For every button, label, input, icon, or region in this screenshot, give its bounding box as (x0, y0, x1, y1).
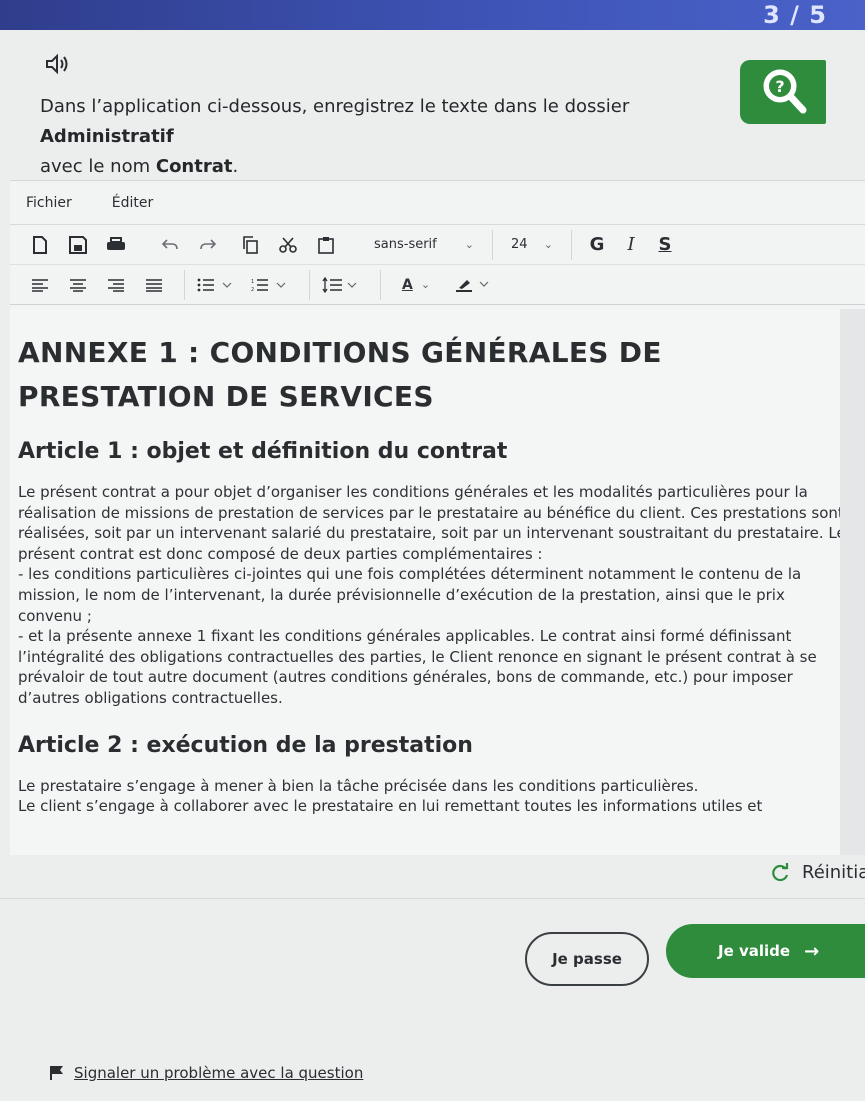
toolbar-divider (184, 269, 185, 300)
redo-icon (200, 238, 217, 249)
toolbar-divider (571, 229, 572, 260)
numbered-list-icon: 12 (251, 279, 286, 292)
folder-name: Administratif (40, 126, 174, 147)
new-document-button[interactable] (24, 230, 56, 260)
chevron-down-icon: ⌄ (420, 278, 431, 291)
chevron-down-icon: ⌄ (464, 238, 474, 251)
font-family-value: sans-serif (374, 237, 437, 252)
new-file-icon (33, 235, 47, 254)
article1-text: Le présent contrat a pour objet d’organi… (18, 482, 840, 709)
svg-text:1: 1 (251, 279, 254, 285)
article1-heading: Article 1 : objet et définition du contr… (18, 439, 508, 464)
toolbar-divider (492, 229, 493, 260)
article2-heading: Article 2 : exécution de la prestation (18, 732, 473, 758)
validate-label: Je valide (718, 942, 791, 960)
question-progress: 3 / 5 (763, 1, 827, 29)
align-center-icon (70, 278, 86, 292)
paste-button[interactable] (310, 230, 342, 260)
italic-button[interactable]: I (614, 234, 648, 255)
paragraph: Le client s’engage à collaborer avec le … (18, 797, 763, 816)
toolbar-row-2: 12 A ⌄ (10, 265, 865, 305)
paragraph: - les conditions particulières ci-jointe… (18, 565, 802, 625)
article2-text: Le prestataire s’engage à mener à bien l… (18, 776, 840, 817)
save-icon (69, 235, 87, 254)
help-magnifier-icon: ? (763, 69, 807, 114)
align-left-button[interactable] (24, 270, 56, 300)
refresh-icon (772, 862, 789, 881)
word-processor: Fichier Éditer sans-serif ⌄ 24 ⌄ G I S 1… (10, 180, 865, 855)
top-progress-bar: 3 / 5 (0, 0, 865, 30)
undo-button[interactable] (154, 230, 186, 260)
text-color-label: A (401, 276, 413, 293)
clipboard-icon (318, 236, 334, 254)
svg-text:?: ? (775, 77, 784, 96)
divider (0, 898, 865, 899)
document-title: ANNEXE 1 : CONDITIONS GÉNÉRALES DE PREST… (18, 336, 662, 413)
svg-text:2: 2 (251, 287, 254, 292)
menu-edit[interactable]: Éditer (112, 195, 153, 211)
font-size-value: 24 (511, 237, 528, 252)
align-left-icon (32, 278, 48, 292)
align-justify-icon (146, 278, 162, 292)
speaker-icon[interactable] (44, 52, 70, 76)
document-scrollbar[interactable] (840, 309, 865, 855)
file-name: Contrat (155, 156, 233, 177)
copy-icon (243, 235, 258, 254)
text-color-button[interactable]: A ⌄ (389, 270, 443, 300)
help-button[interactable]: ? (740, 60, 826, 124)
underline-button[interactable]: S (648, 234, 682, 255)
numbered-list-button[interactable]: 12 (247, 270, 295, 300)
flag-icon (50, 1066, 63, 1080)
skip-button[interactable]: Je passe (525, 932, 649, 986)
instruction-text: Dans l’application ci-dessous, enregistr… (40, 96, 630, 117)
justify-button[interactable] (138, 270, 170, 300)
bullet-list-button[interactable] (193, 270, 241, 300)
chevron-down-icon: ⌄ (543, 238, 553, 251)
menu-bar: Fichier Éditer (10, 181, 865, 225)
align-right-button[interactable] (100, 270, 132, 300)
arrow-right-icon: → (804, 940, 820, 962)
report-label: Signaler un problème avec la question (74, 1064, 364, 1082)
menu-file[interactable]: Fichier (26, 195, 72, 211)
paragraph: Le prestataire s’engage à mener à bien l… (18, 776, 699, 795)
document-body[interactable]: ANNEXE 1 : CONDITIONS GÉNÉRALES DE PREST… (10, 309, 840, 855)
toolbar-row-1: sans-serif ⌄ 24 ⌄ G I S (10, 225, 865, 265)
bullet-list-icon (197, 278, 232, 291)
validate-button[interactable]: Je valide → (666, 924, 865, 978)
instruction-text-2: avec le nom (40, 156, 156, 177)
line-spacing-button[interactable] (318, 270, 366, 300)
toolbar-divider (380, 269, 381, 300)
question-instructions: Dans l’application ci-dessous, enregistr… (40, 92, 740, 182)
bold-button[interactable]: G (580, 234, 614, 255)
font-size-select[interactable]: 24 ⌄ (501, 230, 563, 260)
align-right-icon (108, 278, 124, 292)
highlight-color-button[interactable] (449, 270, 499, 300)
cut-button[interactable] (272, 230, 304, 260)
report-problem-link[interactable]: Signaler un problème avec la question (50, 1064, 363, 1082)
printer-icon (107, 236, 125, 250)
print-button[interactable] (100, 230, 132, 260)
reset-button[interactable]: Réinitialise (770, 862, 865, 883)
undo-icon (161, 238, 178, 249)
reset-label: Réinitialise (802, 862, 865, 883)
instruction-end: . (232, 156, 239, 177)
font-family-select[interactable]: sans-serif ⌄ (364, 230, 484, 260)
align-center-button[interactable] (62, 270, 94, 300)
scissors-icon (279, 236, 297, 253)
line-spacing-icon (322, 276, 357, 293)
paragraph: - et la présente annexe 1 fixant les con… (18, 627, 817, 707)
toolbar-divider (309, 269, 310, 300)
save-button[interactable] (62, 230, 94, 260)
paragraph: Le présent contrat a pour objet d’organi… (18, 483, 840, 563)
copy-button[interactable] (234, 230, 266, 260)
highlighter-icon (456, 279, 489, 292)
redo-button[interactable] (192, 230, 224, 260)
